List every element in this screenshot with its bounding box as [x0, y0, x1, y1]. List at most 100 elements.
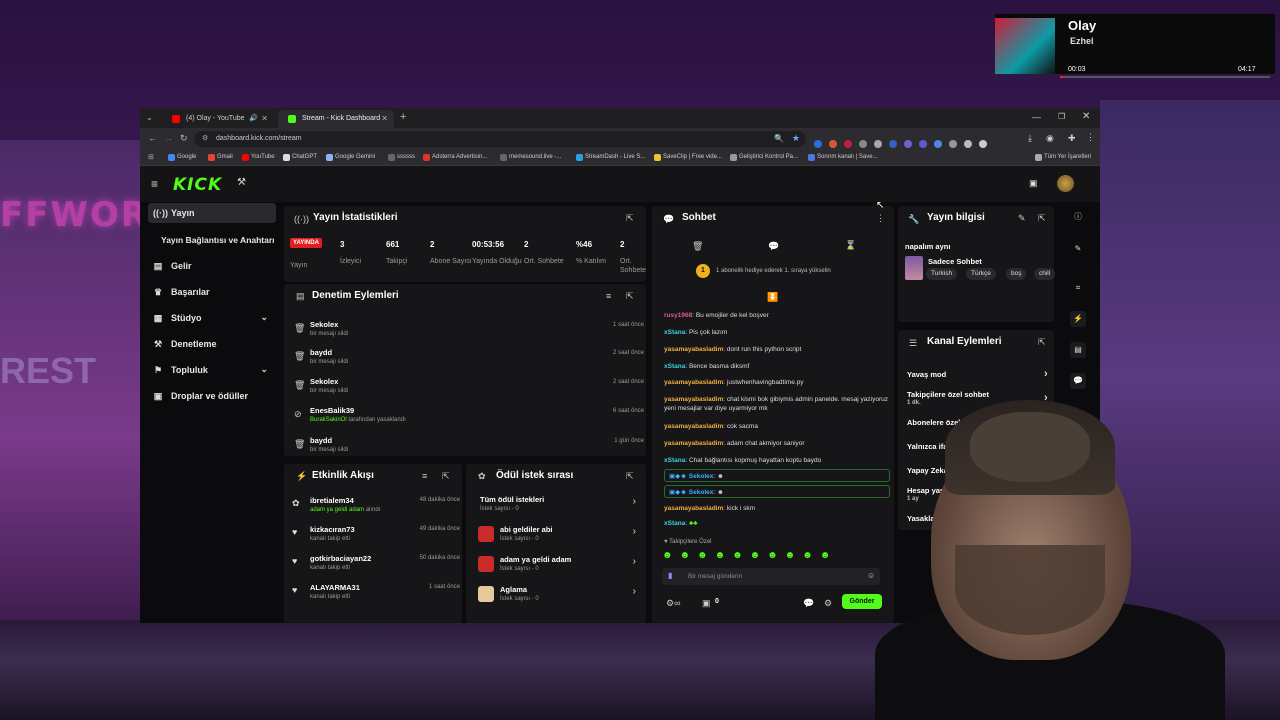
- chat-icon[interactable]: 💬: [1070, 373, 1086, 389]
- browser-menu-icon[interactable]: ⋮: [1086, 132, 1095, 143]
- minimize-button[interactable]: —: [1032, 112, 1041, 122]
- sidebar-item-studyo[interactable]: ▦ Stüdyo ⌄: [148, 308, 276, 328]
- bookmark-item[interactable]: Geliştirici Kontrol Pa...: [730, 154, 798, 161]
- popout-icon[interactable]: ⇱: [626, 291, 634, 302]
- kick-logo[interactable]: KICK: [173, 175, 222, 195]
- more-options-icon[interactable]: ⋮: [876, 213, 885, 224]
- sidebar-item-yayin[interactable]: ((·)) Yayın: [148, 203, 276, 223]
- scroll-down-icon[interactable]: ⏬: [767, 292, 778, 303]
- popout-icon[interactable]: ⇱: [1038, 337, 1046, 348]
- bookmark-star-icon[interactable]: ★: [792, 133, 800, 144]
- bookmark-item[interactable]: SaveClip | Free vide...: [654, 154, 722, 161]
- close-window-button[interactable]: ✕: [1082, 111, 1090, 122]
- layout-icon[interactable]: ▣: [1029, 178, 1038, 189]
- apps-grid-icon[interactable]: ⊞: [148, 153, 154, 161]
- popout-icon[interactable]: ⇱: [626, 471, 634, 482]
- address-bar-row: ← → ↻ ⚙ dashboard.kick.com/stream 🔍 ★ ⤓ …: [140, 128, 1100, 150]
- download-icon[interactable]: ⤓: [1028, 133, 1032, 144]
- reward-icon: ✿: [292, 498, 300, 508]
- moderation-row[interactable]: 🗑 baydd bir mesajı sildi 1 gün önce: [294, 436, 644, 458]
- popout-icon[interactable]: ⇱: [626, 213, 634, 224]
- all-bookmarks[interactable]: Tüm Yer İşaretleri: [1035, 154, 1091, 161]
- avatar[interactable]: [1057, 175, 1074, 192]
- chat-input-placeholder: Bir mesaj gönderin: [688, 573, 743, 580]
- url-field[interactable]: ⚙ dashboard.kick.com/stream 🔍 ★: [194, 131, 806, 147]
- back-icon[interactable]: ←: [148, 133, 157, 143]
- emoji-icon[interactable]: ☺: [867, 571, 875, 580]
- site-info-icon[interactable]: ⚙: [202, 134, 208, 142]
- chat-count: 0: [715, 598, 719, 605]
- bookmarks-bar: ⊞ Google Gmail YouTube ChatGPT Google Ge…: [140, 150, 1100, 166]
- speaker-icon[interactable]: 🔊: [249, 114, 258, 122]
- restore-button[interactable]: ❐: [1058, 112, 1065, 121]
- sidebar-item-stream-key[interactable]: Yayın Bağlantısı ve Anahtarı: [148, 230, 276, 250]
- close-tab-icon[interactable]: ✕: [261, 114, 268, 123]
- chat-panel: 💬 Sohbet ⋮ 🗑 💬 ⌛ 1 1 aboneilk hediye ede…: [652, 206, 894, 623]
- moderation-row[interactable]: 🗑 Sekolex bir mesajı sildi 2 saat önce: [294, 377, 644, 399]
- popout-icon[interactable]: ⇱: [442, 471, 450, 482]
- gear-icon[interactable]: ⚙: [824, 598, 832, 609]
- crop-icon[interactable]: ⌗: [1070, 280, 1086, 296]
- bookmark-item[interactable]: Google: [168, 154, 196, 161]
- progress-track[interactable]: [1060, 76, 1270, 78]
- pencil-icon[interactable]: ✎: [1070, 241, 1086, 257]
- new-tab-button[interactable]: +: [400, 111, 406, 123]
- forward-icon[interactable]: →: [164, 133, 173, 143]
- bookmark-item[interactable]: StreamDash - Live S...: [576, 154, 645, 161]
- info-icon[interactable]: ⓘ: [1070, 209, 1086, 225]
- moderation-row[interactable]: ⊘ EnesBalik39 BurakSakinOl tarafından yasa…: [294, 406, 644, 428]
- reward-row[interactable]: Aglama İstek sayısı - 0 ›: [478, 584, 636, 610]
- live-badge: YAYINDA: [290, 238, 322, 248]
- gift-subs-banner[interactable]: 1 1 aboneilk hediye ederek 1. sıraya yük…: [692, 264, 882, 280]
- desktop: FFWOR REST Olay Ezhel 00:03 04:17 ⌄ (4) …: [0, 0, 1280, 720]
- tools-icon[interactable]: ⚒: [237, 177, 246, 188]
- bookmark-item[interactable]: Adsterra Advertisin...: [423, 154, 487, 161]
- bookmark-item[interactable]: memesound.live -...: [500, 154, 561, 161]
- video-thumbnail[interactable]: [995, 18, 1055, 74]
- extensions-puzzle-icon[interactable]: ✚: [1068, 133, 1076, 144]
- lightning-icon[interactable]: ⚡: [1070, 311, 1086, 327]
- document-icon[interactable]: ▤: [1070, 342, 1086, 358]
- zoom-icon[interactable]: 🔍: [774, 134, 784, 143]
- youtube-miniplayer[interactable]: Olay Ezhel 00:03 04:17: [995, 14, 1275, 78]
- hourglass-icon[interactable]: ⌛: [845, 240, 856, 251]
- reward-row-all[interactable]: Tüm ödül istekleri İstek sayısı - 0 ›: [478, 494, 636, 520]
- filter-icon[interactable]: ≡: [422, 471, 427, 481]
- reward-row[interactable]: abi geldiler abi İstek sayısı - 0 ›: [478, 524, 636, 550]
- chat-message: rusy1968: Bu emojiler de kel boşver: [664, 312, 769, 319]
- profile-icon[interactable]: ◉: [1046, 133, 1054, 144]
- close-tab-icon[interactable]: ✕: [381, 114, 388, 123]
- tab-kick-dashboard[interactable]: Stream - Kick Dashboard ✕: [278, 110, 394, 128]
- filter-icon[interactable]: ≡: [606, 291, 611, 301]
- moderation-row[interactable]: 🗑 Sekolex bir mesajı sildi 1 saat önce: [294, 320, 644, 342]
- extension-icon: [859, 140, 867, 148]
- edit-icon[interactable]: ✎: [1018, 213, 1026, 224]
- bookmark-item[interactable]: ssssss: [388, 154, 415, 161]
- moderation-row[interactable]: 🗑 baydd bir mesajı sildi 2 saat önce: [294, 348, 644, 370]
- sidebar-item-gelir[interactable]: ▤ Gelir: [148, 256, 276, 276]
- bookmark-item[interactable]: YouTube: [242, 154, 275, 161]
- reward-row[interactable]: adam ya geldi adam İstek sayısı - 0 ›: [478, 554, 636, 580]
- trash-icon[interactable]: 🗑: [692, 241, 703, 252]
- tab-youtube[interactable]: (4) Olay - YouTube 🔊 ✕: [162, 110, 274, 128]
- bookmark-item[interactable]: Google Gemini: [326, 154, 375, 161]
- reload-icon[interactable]: ↻: [180, 133, 188, 144]
- chat-bubble-icon[interactable]: 💬: [803, 598, 814, 609]
- sidebar-item-denetleme[interactable]: ⚒ Denetleme: [148, 334, 276, 354]
- panel-title: Sohbet: [682, 212, 716, 223]
- bookmark-item[interactable]: Sonrım kanalı | Save...: [808, 154, 878, 161]
- tab-list-icon[interactable]: ⌄: [146, 113, 153, 122]
- chat-bubble-icon[interactable]: 💬: [768, 241, 779, 252]
- chat-input[interactable]: ▮ Bir mesaj gönderin ☺: [662, 568, 880, 585]
- sidebar-item-basarilar[interactable]: ♛ Başarılar: [148, 282, 276, 302]
- bookmark-item[interactable]: Gmail: [208, 154, 233, 161]
- sidebar-item-droplar[interactable]: ▣ Droplar ve ödüller: [148, 386, 276, 406]
- bookmark-item[interactable]: ChatGPT: [283, 154, 317, 161]
- sidebar-item-topluluk[interactable]: ⚑ Topluluk ⌄: [148, 360, 276, 380]
- reward-image-icon: [478, 526, 494, 542]
- popout-icon[interactable]: ⇱: [1038, 213, 1046, 224]
- emote-bar[interactable]: ☻☻☻☻☻☻☻☻☻☻: [662, 550, 890, 564]
- settings-link-icon[interactable]: ⚙∞: [666, 598, 680, 609]
- hamburger-menu-icon[interactable]: ≡: [151, 177, 158, 191]
- slow-mode-row[interactable]: Yavaş mod ›: [907, 368, 1057, 380]
